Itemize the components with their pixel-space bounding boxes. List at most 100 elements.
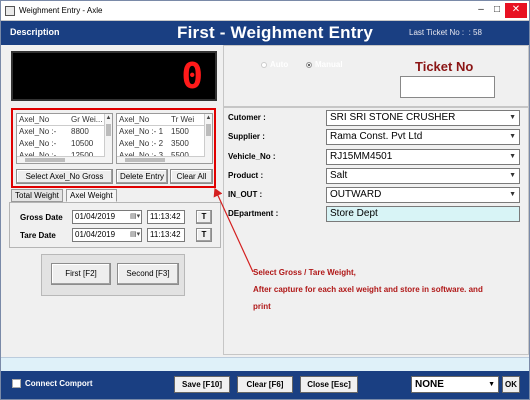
list-item[interactable]: Axel_No :- 10500 (17, 138, 112, 150)
chevron-down-icon[interactable]: ▼ (509, 111, 516, 125)
gross-col-axel: Axel_No (19, 115, 50, 124)
connect-comport-label: Connect Comport (25, 379, 93, 388)
chevron-down-icon[interactable]: ▼ (509, 188, 516, 202)
axel-weights-box: Axel_No Gr Wei... Axel_No :- 8800 Axel_No … (11, 108, 216, 188)
first-weigh-button[interactable]: First [F2] (51, 263, 111, 285)
tare-date-field[interactable]: 01/04/2019 ▤▾ (72, 228, 142, 242)
product-value: Salt (330, 170, 348, 181)
auto-label: Auto (270, 60, 289, 69)
annotation-line-1: Select Gross / Tare Weight, (253, 268, 356, 277)
chevron-down-icon[interactable]: ▼ (509, 150, 516, 164)
gross-time-field[interactable]: 11:13:42 (147, 210, 185, 224)
in-out-select[interactable]: OUTWARD ▼ (326, 187, 520, 203)
scroll-up-icon[interactable]: ▲ (205, 114, 212, 122)
last-ticket: Last Ticket No : : 58 (409, 28, 482, 37)
customer-label: Cutomer : (228, 113, 266, 122)
list-item[interactable]: Axel_No :- 1 1500 (117, 126, 212, 138)
annotation-line-2: After capture for each axel weight and s… (253, 285, 483, 294)
tare-time-t-button[interactable]: T (196, 228, 212, 242)
select-axel-gross-button[interactable]: Select Axel_No Gross (16, 169, 113, 184)
weight-display-value: 0 (181, 56, 203, 97)
hscroll-thumb[interactable] (25, 158, 65, 162)
window-title: Weighment Entry - Axle (19, 6, 103, 15)
vehicle-value: RJ15MM4501 (330, 151, 393, 162)
description-label: Description (10, 27, 60, 37)
annotation-line-3: print (253, 302, 271, 311)
calendar-dropdown-icon[interactable]: ▤▾ (130, 230, 140, 240)
list-item[interactable]: Axel_No :- 2 3500 (117, 138, 212, 150)
chevron-down-icon[interactable]: ▼ (509, 130, 516, 144)
connect-comport-checkbox[interactable] (12, 379, 21, 388)
ticket-no-input[interactable] (400, 76, 495, 98)
tare-col-axel: Axel_No (119, 115, 150, 124)
scroll-thumb[interactable] (106, 124, 111, 136)
vehicle-label: Vehicle_No : (228, 152, 276, 161)
supplier-select[interactable]: Rama Const. Pvt Ltd ▼ (326, 129, 520, 145)
department-input[interactable]: Store Dept (326, 206, 520, 222)
tare-row-axel: Axel_No :- 2 (119, 139, 164, 148)
page-title: First - Weighment Entry (177, 23, 374, 42)
hscroll-thumb[interactable] (125, 158, 165, 162)
scroll-thumb[interactable] (206, 124, 211, 136)
comport-value: NONE (415, 379, 444, 390)
list-item[interactable]: Axel_No :- 8800 (17, 126, 112, 138)
gross-date-field[interactable]: 01/04/2019 ▤▾ (72, 210, 142, 224)
chevron-down-icon[interactable]: ▼ (509, 169, 516, 183)
tare-time-field[interactable]: 11:13:42 (147, 228, 185, 242)
clear-all-button[interactable]: Clear All (170, 169, 213, 184)
comport-select[interactable]: NONE ▼ (411, 376, 499, 393)
tare-row-axel: Axel_No :- 1 (119, 127, 164, 136)
tare-list-hscrollbar[interactable] (117, 156, 205, 163)
radio-on-icon (306, 62, 312, 68)
department-label: DEpartment : (228, 209, 279, 218)
tare-list-scrollbar[interactable]: ▲ (204, 114, 212, 163)
scroll-up-icon[interactable]: ▲ (105, 114, 112, 122)
manual-label: Manual (315, 60, 343, 69)
header-bar: Description First - Weighment Entry Last… (1, 21, 529, 45)
app-icon (5, 5, 15, 16)
customer-select[interactable]: SRI SRI STONE CRUSHER ▼ (326, 110, 520, 126)
vehicle-select[interactable]: RJ15MM4501 ▼ (326, 149, 520, 165)
manual-radio[interactable]: Manual (306, 60, 343, 69)
calendar-dropdown-icon[interactable]: ▤▾ (130, 212, 140, 222)
weigh-buttons-panel: First [F2] Second [F3] (41, 254, 185, 296)
gross-row-axel: Axel_No :- (19, 127, 57, 136)
in-out-label: IN_OUT : (228, 190, 263, 199)
chevron-down-icon[interactable]: ▼ (488, 377, 495, 392)
tare-axel-list[interactable]: Axel_No Tr Wei Axel_No :- 1 1500 Axel_No :… (116, 113, 213, 164)
minimize-icon[interactable]: – (473, 3, 489, 18)
supplier-label: Supplier : (228, 132, 265, 141)
tare-date-label: Tare Date (20, 231, 56, 240)
in-out-value: OUTWARD (330, 189, 382, 200)
radio-off-icon (261, 62, 267, 68)
weight-display: 0 (11, 51, 217, 101)
tab-total-weight[interactable]: Total Weight (11, 189, 63, 202)
close-button[interactable]: Close [Esc] (300, 376, 358, 393)
last-ticket-label: Last Ticket No : (409, 28, 465, 37)
clear-button[interactable]: Clear [F6] (237, 376, 293, 393)
product-label: Product : (228, 171, 264, 180)
title-bar: Weighment Entry - Axle – □ ✕ (1, 1, 529, 21)
delete-entry-button[interactable]: Delete Entry (116, 169, 168, 184)
second-weigh-button[interactable]: Second [F3] (117, 263, 179, 285)
close-icon[interactable]: ✕ (505, 3, 527, 18)
ticket-no-label: Ticket No (415, 59, 474, 74)
gross-list-scrollbar[interactable]: ▲ (104, 114, 112, 163)
auto-radio[interactable]: Auto (261, 60, 288, 69)
supplier-value: Rama Const. Pvt Ltd (330, 131, 423, 142)
status-strip (1, 357, 529, 371)
gross-axel-list[interactable]: Axel_No Gr Wei... Axel_No :- 8800 Axel_No … (16, 113, 113, 164)
window-controls: – □ ✕ (473, 3, 527, 18)
gross-date-label: Gross Date (20, 213, 63, 222)
save-button[interactable]: Save [F10] (174, 376, 230, 393)
gross-list-hscrollbar[interactable] (17, 156, 105, 163)
gross-date-value: 01/04/2019 (75, 212, 116, 221)
annotation-text: Select Gross / Tare Weight, After captur… (253, 264, 483, 315)
tare-list-header: Axel_No Tr Wei (117, 114, 212, 126)
ok-button[interactable]: OK (502, 376, 520, 393)
maximize-icon[interactable]: □ (489, 3, 505, 18)
tab-axel-weight[interactable]: Axel Weight (66, 189, 117, 202)
weighment-window: Weighment Entry - Axle – □ ✕ Description… (0, 0, 530, 400)
gross-time-t-button[interactable]: T (196, 210, 212, 224)
product-select[interactable]: Salt ▼ (326, 168, 520, 184)
